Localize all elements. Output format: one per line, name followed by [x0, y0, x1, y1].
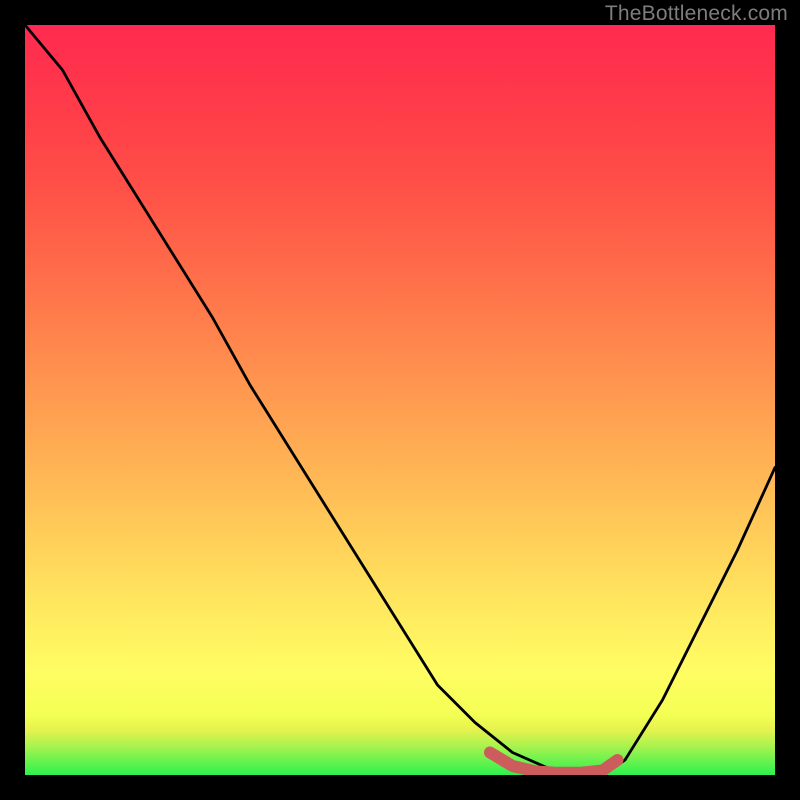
- plot-area: [25, 25, 775, 775]
- chart-frame: TheBottleneck.com: [0, 0, 800, 800]
- bottleneck-curve: [25, 25, 775, 773]
- optimal-range-highlight: [490, 753, 618, 773]
- watermark-text: TheBottleneck.com: [605, 2, 788, 26]
- chart-svg: [25, 25, 775, 775]
